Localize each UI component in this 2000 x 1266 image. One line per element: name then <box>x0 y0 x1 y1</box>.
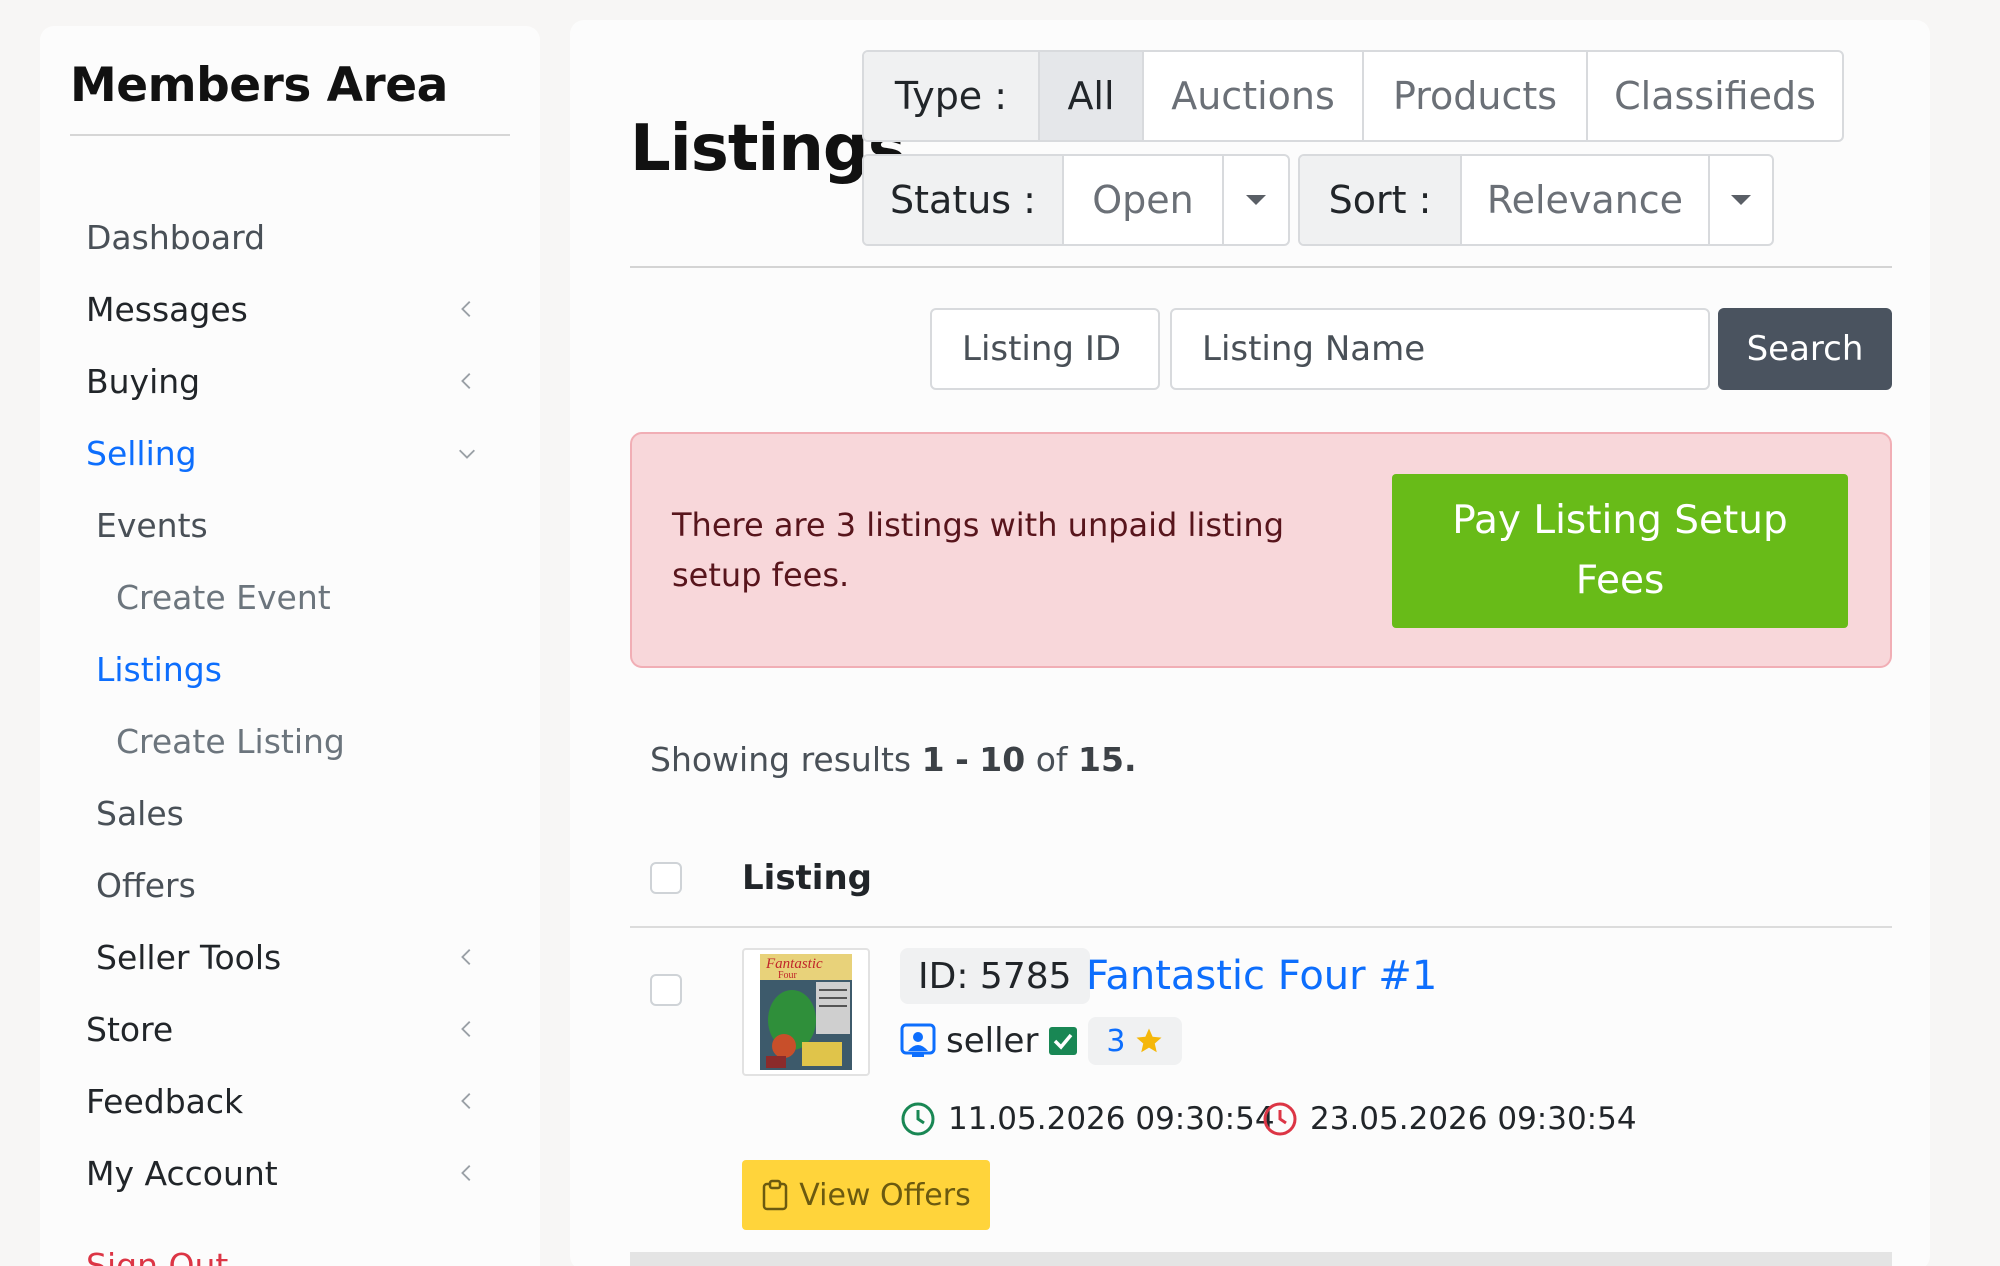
sidebar-item-offers[interactable]: Offers <box>96 860 486 910</box>
sidebar-item-label: Store <box>86 1009 174 1049</box>
sort-dropdown-toggle[interactable] <box>1708 156 1772 244</box>
sidebar-item-dashboard[interactable]: Dashboard <box>86 212 486 262</box>
sidebar: Members Area Dashboard Messages Buying Sell… <box>40 26 540 1266</box>
seller-info: seller 3 <box>900 1016 1182 1066</box>
sidebar-divider <box>70 134 510 136</box>
seller-name[interactable]: seller <box>946 1021 1038 1061</box>
unpaid-fees-alert: There are 3 listings with unpaid listing… <box>630 432 1892 668</box>
sidebar-item-label: Seller Tools <box>96 937 282 977</box>
sidebar-item-label: My Account <box>86 1153 278 1193</box>
start-date: 11.05.2026 09:30:54 <box>900 1096 1275 1142</box>
type-option-classifieds[interactable]: Classifieds <box>1586 52 1842 140</box>
sidebar-item-label: Buying <box>86 361 201 401</box>
star-icon <box>1136 1028 1162 1053</box>
sidebar-item-buying[interactable]: Buying <box>86 356 486 406</box>
chevron-down-icon <box>1731 195 1751 205</box>
view-offers-button[interactable]: View Offers <box>742 1160 990 1230</box>
listing-thumbnail[interactable]: Fantastic Four <box>742 948 870 1076</box>
sidebar-item-selling[interactable]: Selling <box>86 428 486 478</box>
sidebar-item-feedback[interactable]: Feedback <box>86 1076 486 1126</box>
clock-icon <box>1263 1102 1297 1136</box>
type-option-auctions[interactable]: Auctions <box>1142 52 1362 140</box>
sidebar-item-label: Create Event <box>116 577 331 617</box>
chevron-down-icon <box>1246 195 1266 205</box>
results-to: 10 <box>979 740 1026 779</box>
sidebar-item-messages[interactable]: Messages <box>86 284 486 334</box>
clock-icon <box>901 1102 935 1136</box>
results-of: of <box>1035 740 1068 779</box>
end-date: 23.05.2026 09:30:54 <box>1262 1096 1637 1142</box>
listing-id-input[interactable] <box>930 308 1160 390</box>
alert-message: There are 3 listings with unpaid listing… <box>672 506 1285 594</box>
select-all-checkbox[interactable] <box>650 862 682 894</box>
type-filter-label: Type : <box>864 52 1038 140</box>
sort-filter-value[interactable]: Relevance <box>1460 156 1708 244</box>
sidebar-item-label: Sales <box>96 793 184 833</box>
sidebar-item-create-listing[interactable]: Create Listing <box>116 716 486 766</box>
sidebar-item-listings[interactable]: Listings <box>96 644 486 694</box>
user-badge-icon <box>900 1023 936 1057</box>
sidebar-item-store[interactable]: Store <box>86 1004 486 1054</box>
results-from: 1 <box>921 740 945 779</box>
status-filter-value[interactable]: Open <box>1062 156 1222 244</box>
table-header-divider <box>630 926 1892 928</box>
sidebar-item-label: Feedback <box>86 1081 244 1121</box>
row-checkbox[interactable] <box>650 974 682 1006</box>
results-dash: - <box>955 740 969 779</box>
svg-text:Four: Four <box>778 970 798 981</box>
sidebar-item-seller-tools[interactable]: Seller Tools <box>96 932 486 982</box>
seller-rating-value: 3 <box>1106 1023 1126 1059</box>
check-square-icon <box>1049 1027 1078 1055</box>
sort-filter-group[interactable]: Sort : Relevance <box>1298 154 1774 246</box>
type-option-products[interactable]: Products <box>1362 52 1586 140</box>
clipboard-icon <box>763 1179 788 1211</box>
sidebar-item-events[interactable]: Events <box>96 500 486 550</box>
chevron-left-icon <box>452 1076 482 1126</box>
listing-id-badge: ID: 5785 <box>900 948 1090 1004</box>
status-filter-label: Status : <box>864 156 1062 244</box>
results-total: 15. <box>1078 740 1137 779</box>
pay-listing-fees-button[interactable]: Pay Listing Setup Fees <box>1392 474 1848 628</box>
chevron-left-icon <box>452 1004 482 1054</box>
listing-name-input[interactable] <box>1170 308 1710 390</box>
sidebar-item-label: Selling <box>86 433 197 473</box>
sidebar-item-label: Create Listing <box>116 721 345 761</box>
search-button[interactable]: Search <box>1718 308 1892 390</box>
chevron-left-icon <box>452 1148 482 1198</box>
results-summary: Showing results 1 - 10 of 15. <box>650 740 1137 779</box>
sidebar-item-sales[interactable]: Sales <box>96 788 486 838</box>
comic-cover-image: Fantastic Four <box>760 954 852 1070</box>
results-prefix: Showing results <box>650 740 912 779</box>
end-date-value: 23.05.2026 09:30:54 <box>1310 1101 1637 1137</box>
seller-rating-badge[interactable]: 3 <box>1088 1017 1182 1065</box>
type-filter-group: Type : All Auctions Products Classifieds <box>862 50 1844 142</box>
sidebar-item-label: Listings <box>96 649 222 689</box>
sidebar-item-label: Dashboard <box>86 217 266 257</box>
column-header-listing: Listing <box>742 858 873 898</box>
sidebar-item-label: Offers <box>96 865 196 905</box>
chevron-left-icon <box>452 356 482 406</box>
view-offers-label: View Offers <box>799 1177 971 1213</box>
sidebar-item-my-account[interactable]: My Account <box>86 1148 486 1198</box>
sidebar-item-label: Sign Out <box>86 1245 229 1266</box>
status-filter-group[interactable]: Status : Open <box>862 154 1290 246</box>
sort-filter-label: Sort : <box>1300 156 1460 244</box>
chevron-left-icon <box>452 284 482 334</box>
sidebar-item-label: Events <box>96 505 208 545</box>
sidebar-item-create-event[interactable]: Create Event <box>116 572 486 622</box>
chevron-down-icon <box>452 428 482 478</box>
listing-title-link[interactable]: Fantastic Four #1 <box>1086 948 1437 1004</box>
main-panel: Listings Type : All Auctions Products Cl… <box>570 20 1930 1266</box>
sidebar-item-sign-out[interactable]: Sign Out <box>86 1240 486 1266</box>
status-dropdown-toggle[interactable] <box>1222 156 1288 244</box>
type-option-all[interactable]: All <box>1038 52 1142 140</box>
sidebar-item-label: Messages <box>86 289 248 329</box>
start-date-value: 11.05.2026 09:30:54 <box>948 1101 1275 1137</box>
chevron-left-icon <box>452 932 482 982</box>
table-footer-bar <box>630 1252 1892 1266</box>
header-divider <box>630 266 1892 268</box>
sidebar-title: Members Area <box>70 58 448 113</box>
